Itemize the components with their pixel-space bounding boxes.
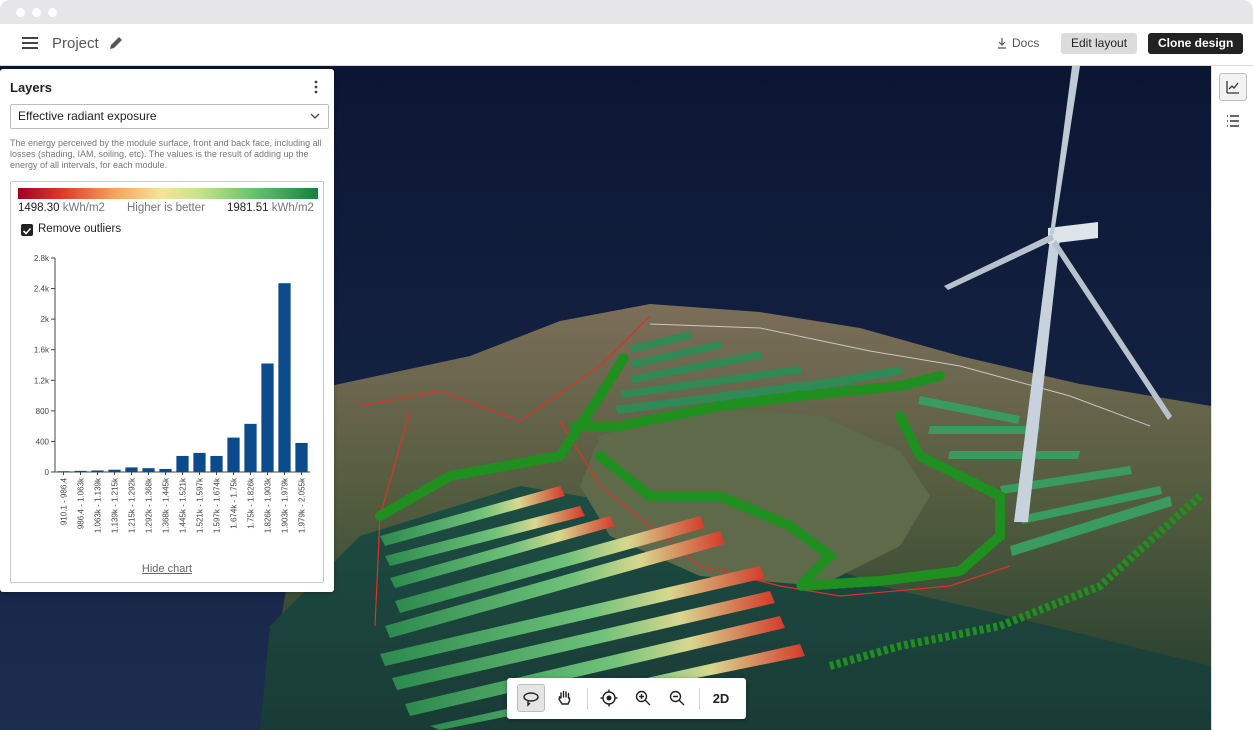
pencil-icon[interactable] bbox=[108, 35, 124, 51]
histogram-bar bbox=[295, 442, 308, 472]
y-tick-label: 400 bbox=[36, 437, 50, 446]
histogram-bar bbox=[125, 467, 138, 472]
x-tick-label: 1.75k - 1.826k bbox=[247, 477, 256, 529]
histogram-bar bbox=[193, 452, 206, 472]
x-tick-label: 1.063k - 1.139k bbox=[94, 477, 103, 533]
y-tick-label: 1.2k bbox=[34, 376, 50, 385]
layer-select-value: Effective radiant exposure bbox=[18, 109, 157, 123]
check-icon bbox=[22, 227, 32, 235]
histogram-svg: 0 400 800 1.2k 1.6k 2k 2.4k 2.8k 910.1 - 986.4 98… bbox=[34, 254, 310, 533]
map-toolbar: 2D bbox=[507, 678, 746, 719]
remove-outliers-label: Remove outliers bbox=[38, 223, 122, 235]
list-panel-button[interactable] bbox=[1219, 107, 1247, 135]
legend-min: 1498.30 kWh/m2 bbox=[18, 202, 105, 214]
zoom-in-button[interactable] bbox=[629, 684, 657, 712]
y-tick-label: 0 bbox=[45, 468, 50, 477]
x-tick-label: 1.979k - 2.055k bbox=[298, 477, 307, 533]
more-options-icon[interactable] bbox=[309, 79, 323, 95]
x-tick-label: 1.215k - 1.292k bbox=[128, 477, 137, 533]
project-title: Project bbox=[52, 35, 99, 52]
layer-select[interactable]: Effective radiant exposure bbox=[10, 104, 329, 129]
x-tick-label: 1.597k - 1.674k bbox=[213, 477, 222, 533]
recenter-button[interactable] bbox=[595, 684, 623, 712]
chart-icon bbox=[1226, 81, 1239, 94]
y-tick-label: 1.6k bbox=[34, 346, 50, 355]
chevron-down-icon bbox=[310, 113, 320, 119]
histogram-bar bbox=[142, 468, 155, 472]
legend-max: 1981.51 kWh/m2 bbox=[227, 202, 314, 214]
y-tick-label: 800 bbox=[36, 407, 50, 416]
layer-description: The energy perceived by the module surfa… bbox=[10, 138, 322, 170]
hide-chart-link[interactable]: Hide chart bbox=[11, 563, 323, 575]
histogram-bar bbox=[244, 423, 257, 472]
y-tick-label: 2.8k bbox=[34, 254, 50, 263]
histogram-bar bbox=[108, 469, 121, 472]
edit-layout-button[interactable]: Edit layout bbox=[1061, 33, 1138, 54]
zoom-out-button[interactable] bbox=[663, 684, 691, 712]
histogram-bar bbox=[210, 455, 223, 472]
zoom-in-icon bbox=[635, 690, 651, 706]
x-tick-label: 910.1 - 986.4 bbox=[60, 477, 69, 525]
target-icon bbox=[600, 689, 618, 707]
histogram-bar bbox=[176, 455, 189, 472]
x-tick-label: 1.674k - 1.75k bbox=[230, 477, 239, 529]
layers-title: Layers bbox=[10, 80, 52, 95]
legend-hint: Higher is better bbox=[127, 202, 205, 214]
docs-label: Docs bbox=[1012, 36, 1040, 50]
toolbar-divider bbox=[587, 688, 588, 710]
list-icon bbox=[1227, 115, 1239, 127]
color-scale bbox=[18, 188, 318, 199]
x-tick-label: 1.139k - 1.215k bbox=[111, 477, 120, 533]
y-tick-label: 2.4k bbox=[34, 285, 50, 294]
hand-icon bbox=[558, 690, 571, 705]
zoom-out-icon bbox=[669, 690, 685, 706]
x-tick-label: 1.826k - 1.903k bbox=[264, 477, 273, 533]
docs-link[interactable]: Docs bbox=[996, 36, 1039, 50]
orbit-button[interactable] bbox=[517, 684, 545, 712]
histogram-chart: 0 400 800 1.2k 1.6k 2k 2.4k 2.8k 910.1 - 986.4 98… bbox=[18, 246, 318, 562]
histogram-bar bbox=[278, 283, 291, 472]
top-bar: Project Docs Edit layout Clone design bbox=[0, 24, 1253, 66]
window-dot bbox=[16, 8, 25, 17]
chart-panel-button[interactable] bbox=[1219, 73, 1247, 101]
orbit-icon bbox=[523, 692, 539, 707]
histogram-bar bbox=[74, 470, 87, 472]
toolbar-divider bbox=[699, 688, 700, 710]
legend-max-value: 1981.51 bbox=[227, 202, 269, 214]
histogram-bar bbox=[159, 468, 172, 472]
x-tick-label: 986.4 - 1.063k bbox=[77, 477, 86, 529]
menu-icon[interactable] bbox=[22, 37, 40, 51]
legend-min-value: 1498.30 bbox=[18, 202, 60, 214]
y-tick-label: 2k bbox=[41, 315, 50, 324]
window-dot bbox=[32, 8, 41, 17]
download-icon bbox=[998, 38, 1006, 49]
legend-unit: kWh/m2 bbox=[271, 202, 314, 214]
histogram-bar bbox=[57, 471, 70, 473]
layers-panel: Layers Effective radiant exposure The en… bbox=[0, 69, 334, 592]
toggle-2d-button[interactable]: 2D bbox=[707, 684, 735, 712]
window-chrome bbox=[0, 0, 1253, 24]
histogram-bar bbox=[227, 437, 240, 472]
right-rail bbox=[1211, 66, 1253, 730]
x-tick-label: 1.445k - 1.521k bbox=[179, 477, 188, 533]
histogram-bar bbox=[261, 363, 274, 472]
legend-card: 1498.30 kWh/m2 Higher is better 1981.51 … bbox=[10, 181, 324, 583]
legend-unit: kWh/m2 bbox=[62, 202, 105, 214]
x-tick-label: 1.292k - 1.368k bbox=[145, 477, 154, 533]
clone-design-button[interactable]: Clone design bbox=[1148, 33, 1244, 54]
pan-button[interactable] bbox=[551, 684, 579, 712]
histogram-bar bbox=[91, 470, 104, 472]
x-tick-label: 1.521k - 1.597k bbox=[196, 477, 205, 533]
x-tick-label: 1.903k - 1.979k bbox=[281, 477, 290, 533]
x-tick-label: 1.368k - 1.445k bbox=[162, 477, 171, 533]
remove-outliers-checkbox[interactable] bbox=[21, 224, 33, 236]
window-dot bbox=[48, 8, 57, 17]
